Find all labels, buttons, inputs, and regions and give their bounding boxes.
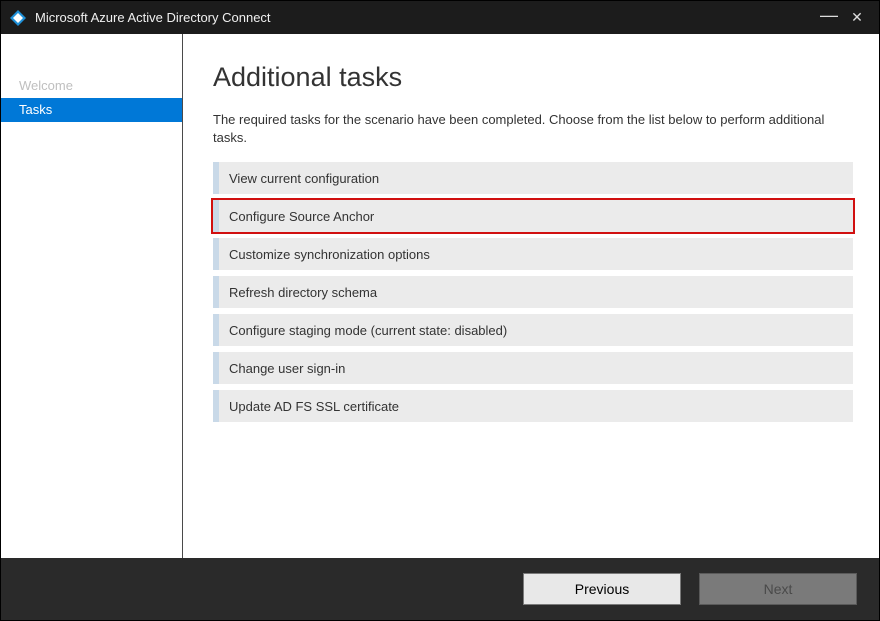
task-change-signin[interactable]: Change user sign-in [213,352,853,384]
body: Welcome Tasks Additional tasks The requi… [1,34,879,558]
sidebar-item-welcome[interactable]: Welcome [1,74,182,98]
task-label: View current configuration [219,171,379,186]
task-configure-source-anchor[interactable]: Configure Source Anchor [213,200,853,232]
task-label: Customize synchronization options [219,247,430,262]
task-staging-mode[interactable]: Configure staging mode (current state: d… [213,314,853,346]
footer: Previous Next [1,558,879,620]
task-refresh-schema[interactable]: Refresh directory schema [213,276,853,308]
task-label: Refresh directory schema [219,285,377,300]
page-title: Additional tasks [213,62,853,93]
window-title: Microsoft Azure Active Directory Connect [35,10,815,25]
task-label: Configure staging mode (current state: d… [219,323,507,338]
task-label: Configure Source Anchor [219,209,374,224]
task-label: Change user sign-in [219,361,345,376]
titlebar: Microsoft Azure Active Directory Connect… [1,1,879,34]
intro-text: The required tasks for the scenario have… [213,111,853,146]
previous-button[interactable]: Previous [523,573,681,605]
azure-icon [9,9,27,27]
sidebar: Welcome Tasks [1,34,183,558]
task-update-ssl[interactable]: Update AD FS SSL certificate [213,390,853,422]
task-customize-sync[interactable]: Customize synchronization options [213,238,853,270]
close-button[interactable]: ✕ [843,9,871,26]
next-button: Next [699,573,857,605]
sidebar-item-tasks[interactable]: Tasks [1,98,182,122]
window: Microsoft Azure Active Directory Connect… [0,0,880,621]
task-view-config[interactable]: View current configuration [213,162,853,194]
main: Additional tasks The required tasks for … [183,34,879,558]
task-label: Update AD FS SSL certificate [219,399,399,414]
minimize-button[interactable]: — [815,10,843,20]
